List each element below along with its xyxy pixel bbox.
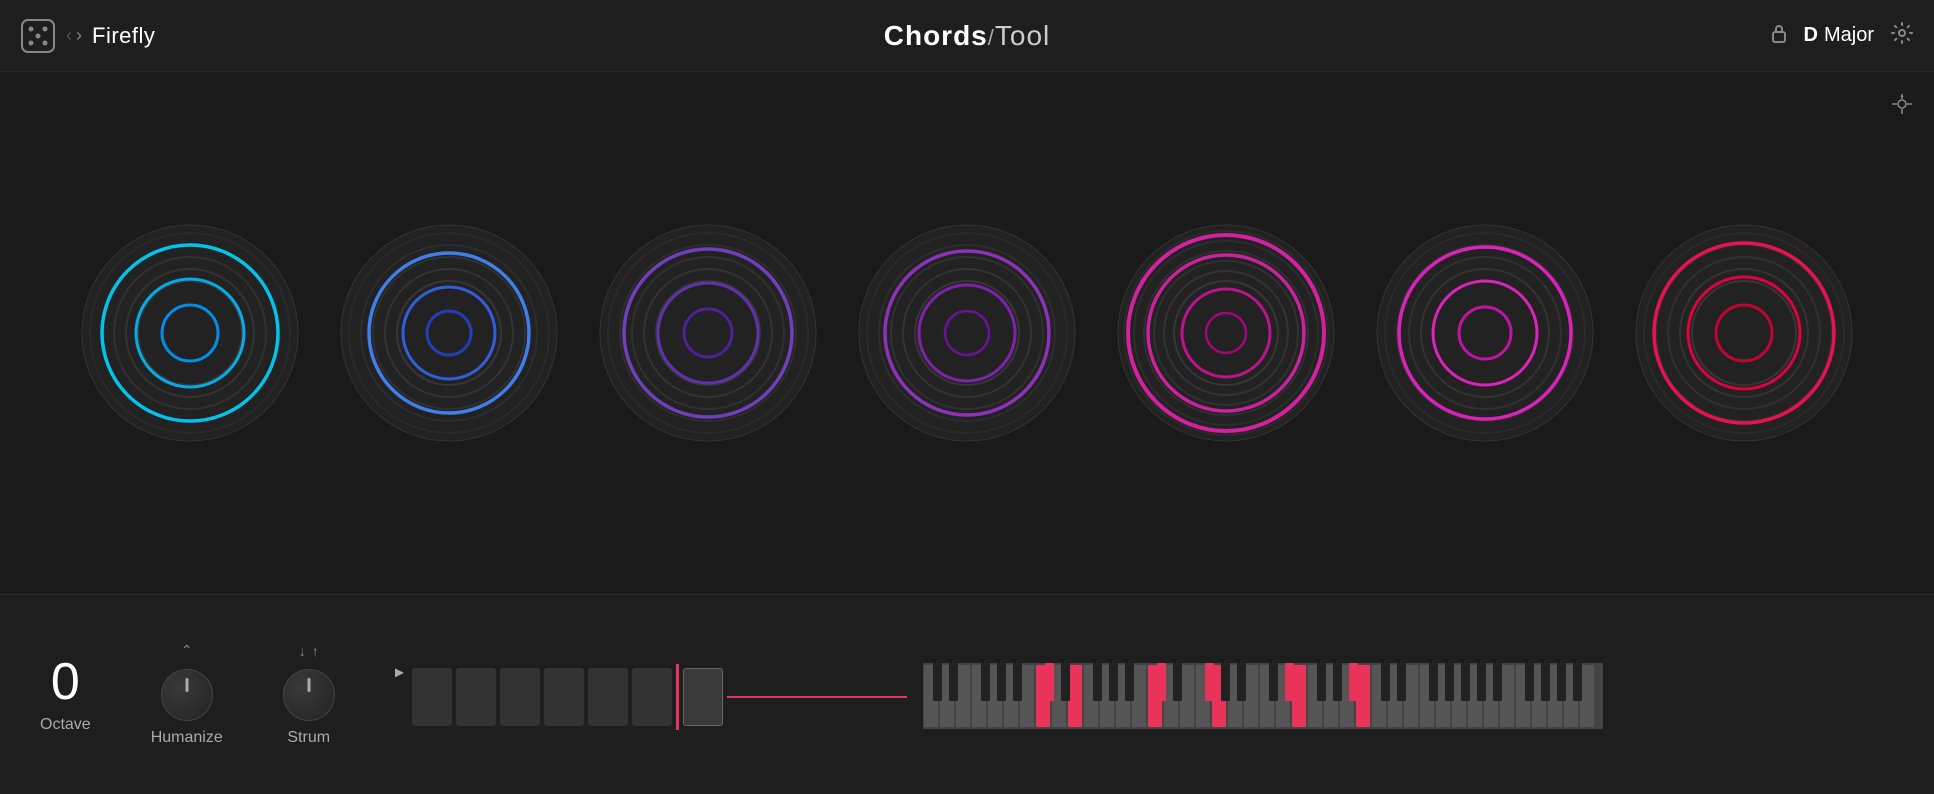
- logo-icon[interactable]: [20, 18, 56, 54]
- strum-label: Strum: [287, 729, 330, 747]
- nav-back[interactable]: ‹: [66, 25, 72, 46]
- key-scale: Major: [1824, 24, 1874, 47]
- chord-circle-1[interactable]: [75, 218, 305, 448]
- seq-block-5[interactable]: [588, 668, 628, 726]
- piano-keyboard: [923, 655, 1603, 735]
- seq-block-3[interactable]: [500, 668, 540, 726]
- humanize-knob[interactable]: [161, 669, 213, 721]
- header-center: Chords/Tool: [884, 20, 1051, 52]
- seq-block-6[interactable]: [632, 668, 672, 726]
- app-title: Chords/Tool: [884, 20, 1051, 52]
- strum-arrows: ↓ ↑: [299, 643, 319, 659]
- preset-name: Firefly: [92, 23, 155, 49]
- settings-icon[interactable]: [1890, 21, 1914, 51]
- header-right: D Major: [1770, 21, 1914, 51]
- octave-value: 0: [51, 656, 80, 708]
- chord-circle-4[interactable]: [852, 218, 1082, 448]
- main-content: 0 Octave ⌃ Humanize ↓ ↑ Strum ▶: [0, 72, 1934, 794]
- seq-block-1[interactable]: [412, 668, 452, 726]
- nav-arrows: ‹ ›: [66, 25, 82, 46]
- nav-forward[interactable]: ›: [76, 25, 82, 46]
- chord-circle-6[interactable]: [1370, 218, 1600, 448]
- chord-circle-3[interactable]: [593, 218, 823, 448]
- header-left: ‹ › Firefly: [20, 18, 155, 54]
- strum-down-arrow: ↓: [299, 643, 306, 659]
- seq-cursor: [676, 664, 679, 730]
- octave-label: Octave: [40, 716, 91, 734]
- strum-control: ↓ ↑ Strum: [283, 643, 335, 747]
- sequencer-area: ▶: [395, 595, 1894, 794]
- bottom-panel: 0 Octave ⌃ Humanize ↓ ↑ Strum ▶: [0, 594, 1934, 794]
- humanize-arrow-up: ⌃: [181, 642, 193, 659]
- key-display: D Major: [1804, 24, 1874, 47]
- header: ‹ › Firefly Chords/Tool D Major: [0, 0, 1934, 72]
- lock-icon[interactable]: [1770, 22, 1788, 50]
- seq-line: [727, 696, 907, 698]
- seq-block-2[interactable]: [456, 668, 496, 726]
- key-note: D: [1804, 24, 1818, 47]
- chords-area: [0, 72, 1934, 594]
- chord-circle-2[interactable]: [334, 218, 564, 448]
- seq-block-active[interactable]: [683, 668, 723, 726]
- seq-block-4[interactable]: [544, 668, 584, 726]
- strum-knob[interactable]: [283, 669, 335, 721]
- play-button[interactable]: ▶: [395, 665, 404, 679]
- chord-circle-5[interactable]: [1111, 218, 1341, 448]
- humanize-label: Humanize: [151, 729, 223, 747]
- crosshair-icon[interactable]: [1890, 92, 1914, 122]
- chord-circle-7[interactable]: [1629, 218, 1859, 448]
- humanize-control: ⌃ Humanize: [151, 642, 223, 747]
- octave-control: 0 Octave: [40, 656, 91, 734]
- strum-up-arrow: ↑: [312, 643, 319, 659]
